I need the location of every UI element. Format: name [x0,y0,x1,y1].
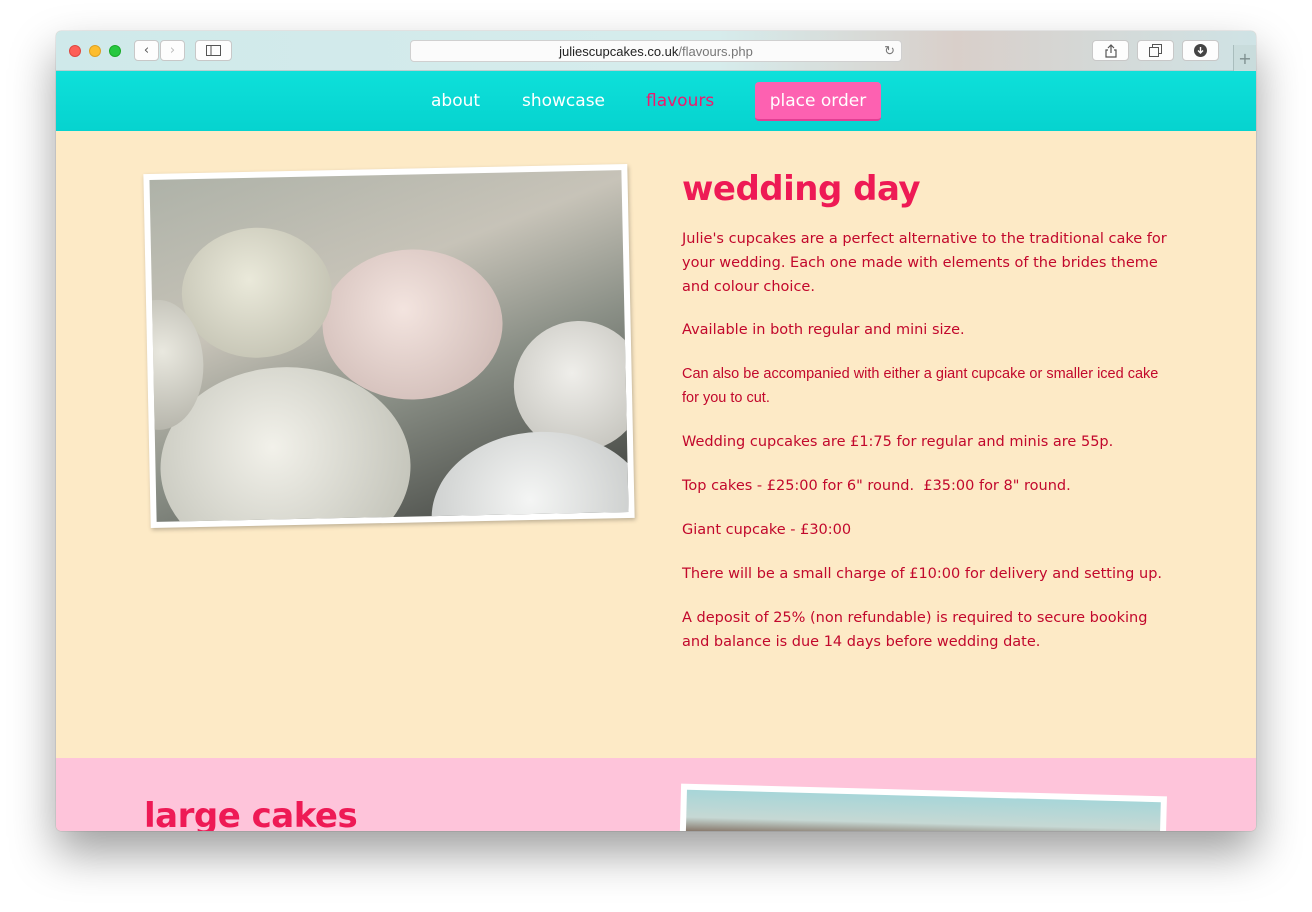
site-navbar: about showcase flavours place order [56,71,1256,131]
wedding-paragraph: A deposit of 25% (non refundable) is req… [682,610,1148,650]
wedding-paragraph: Giant cupcake - £30:00 [682,522,852,538]
plus-icon: + [1238,48,1252,68]
photo-image [685,789,1161,831]
reload-icon[interactable]: ↻ [884,43,895,59]
sidebar-icon [206,45,221,56]
large-cakes-heading: large cakes [144,796,358,831]
browser-window: ‹ › juliescupcakes.co.uk/flavours.php ↻ [56,31,1256,831]
downloads-button[interactable] [1182,40,1219,61]
photo-image [149,170,629,522]
large-cakes-section: large cakes [56,758,1256,831]
wedding-paragraph: Julie's cupcakes are a perfect alternati… [682,231,1167,295]
forward-button[interactable]: › [160,40,185,61]
chevron-right-icon: › [169,43,176,58]
url-domain: juliescupcakes.co.uk [559,43,679,59]
address-bar[interactable]: juliescupcakes.co.uk/flavours.php ↻ [410,40,902,62]
sidebar-toggle-button[interactable] [195,40,232,61]
tabs-icon [1149,44,1162,57]
large-cake-photo [679,783,1167,831]
wedding-paragraph: There will be a small charge of £10:00 f… [682,566,1163,582]
back-button[interactable]: ‹ [134,40,159,61]
wedding-paragraph: Available in both regular and mini size. [682,322,965,338]
new-tab-button[interactable]: + [1233,45,1256,71]
share-icon [1104,43,1117,58]
nav-item-flavours[interactable]: flavours [646,91,714,111]
place-order-button[interactable]: place order [755,82,881,121]
share-button[interactable] [1092,40,1129,61]
wedding-heading: wedding day [682,169,921,209]
wedding-cupcakes-photo [143,163,635,529]
wedding-paragraph: Wedding cupcakes are £1:75 for regular a… [682,434,1114,450]
download-icon [1194,44,1207,57]
zoom-window-button[interactable] [109,45,121,57]
tabs-overview-button[interactable] [1137,40,1174,61]
close-window-button[interactable] [69,45,81,57]
nav-item-about[interactable]: about [431,91,480,111]
wedding-paragraph: Top cakes - £25:00 for 6" round. £35:00 … [682,478,1071,494]
chevron-left-icon: ‹ [143,43,150,58]
cupcake-shape [321,247,505,402]
url-path: /flavours.php [678,43,753,59]
browser-toolbar: ‹ › juliescupcakes.co.uk/flavours.php ↻ [56,31,1256,71]
minimize-window-button[interactable] [89,45,101,57]
wedding-paragraph: Can also be accompanied with either a gi… [682,366,1159,406]
nav-item-showcase[interactable]: showcase [522,91,605,111]
cupcake-shape [180,226,334,360]
cupcake-shape [429,429,629,522]
